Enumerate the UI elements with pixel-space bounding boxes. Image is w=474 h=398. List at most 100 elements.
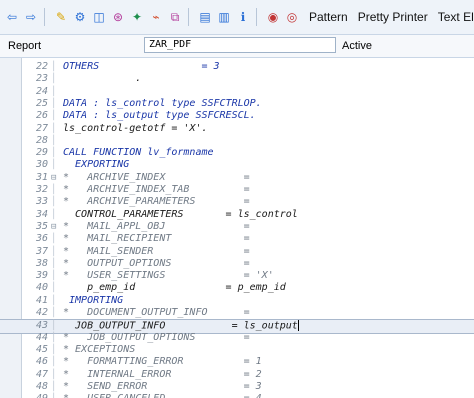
- line-number: 47: [35, 368, 48, 380]
- object-type-label: Report: [8, 40, 42, 52]
- fold-toggle-icon[interactable]: ⊟: [51, 172, 61, 184]
- session-breakpoint-icon[interactable]: ◎: [285, 10, 299, 24]
- toolbar-separator: [188, 8, 189, 26]
- line-code: * JOB_OUTPUT_OPTIONS =: [63, 331, 250, 343]
- activate-icon[interactable]: ✦: [130, 10, 144, 24]
- code-line[interactable]: 26 │ DATA : ls_output type SSFCRESCL.: [0, 110, 474, 122]
- text-elements-button[interactable]: Text Elemen: [438, 10, 474, 24]
- back-icon[interactable]: ⇦: [5, 10, 19, 24]
- code-line[interactable]: 46 │ * FORMATTING_ERROR = 1: [0, 356, 474, 368]
- fold-guide: │: [51, 381, 57, 392]
- fold-guide: │: [51, 111, 57, 122]
- code-line[interactable]: 36 │ * MAIL_RECIPIENT =: [0, 233, 474, 245]
- fold-guide: │: [51, 98, 57, 109]
- pattern-button[interactable]: Pattern: [309, 10, 348, 24]
- fold-guide: │: [51, 123, 57, 134]
- code-line[interactable]: 22 │ OTHERS = 3: [0, 61, 474, 73]
- line-number: 28: [35, 134, 48, 146]
- application-toolbar: ⇦ ⇨ ✎ ⚙ ◫ ⊛ ✦ ⌁ ⧉ ▤ ▥ ℹ ◉ ◎ Pattern Pretty Printer Text …: [0, 0, 474, 35]
- code-line[interactable]: 45 │ * EXCEPTIONS: [0, 344, 474, 356]
- line-number: 31: [35, 171, 48, 183]
- pretty-printer-button[interactable]: Pretty Printer: [358, 10, 428, 24]
- line-number: 37: [35, 245, 48, 257]
- code-line[interactable]: 25 │ DATA : ls_control type SSFCTRLOP.: [0, 98, 474, 110]
- line-code: * DOCUMENT_OUTPUT_INFO =: [63, 307, 250, 318]
- fold-guide: │: [51, 258, 57, 269]
- toolbar-separator: [44, 8, 45, 26]
- code-line[interactable]: 31 ⊟ * ARCHIVE_INDEX =: [0, 172, 474, 184]
- line-number: 39: [35, 270, 48, 282]
- code-line[interactable]: 40 │ p_emp_id = p_emp_id: [0, 282, 474, 294]
- line-code: DATA : ls_output type SSFCRESCL.: [63, 110, 256, 122]
- line-code: DATA : ls_control type SSFCTRLOP.: [63, 97, 262, 109]
- line-number: 22: [35, 61, 48, 72]
- info-icon[interactable]: ℹ: [236, 10, 250, 24]
- line-number: 42: [35, 307, 48, 318]
- code-line[interactable]: 28 │: [0, 135, 474, 147]
- navigation-window-icon[interactable]: ▥: [217, 10, 231, 24]
- line-number: 26: [35, 110, 48, 122]
- fold-toggle-icon[interactable]: ⊟: [51, 221, 61, 233]
- fold-guide: │: [51, 185, 57, 195]
- code-line[interactable]: 27 │ ls_control-getotf = 'X'.: [0, 123, 474, 135]
- line-code: * INTERNAL_ERROR = 2: [63, 368, 262, 380]
- toolbar-separator: [256, 8, 257, 26]
- edit-toggle-icon[interactable]: ✎: [54, 10, 68, 24]
- fold-guide: │: [51, 234, 57, 245]
- object-list-icon[interactable]: ▤: [198, 10, 212, 24]
- code-line[interactable]: 35 ⊟ * MAIL_APPL_OBJ =: [0, 221, 474, 233]
- fold-guide: │: [51, 295, 57, 306]
- program-name-field[interactable]: ZAR_PDF: [144, 37, 336, 53]
- line-number: 33: [35, 196, 48, 208]
- code-line[interactable]: 30 │ EXPORTING: [0, 159, 474, 171]
- fold-guide: │: [51, 271, 57, 282]
- abap-code-editor[interactable]: 22 │ OTHERS = 3 23 │ . 24 │ 25 │ DATA : ls_contro…: [0, 58, 474, 398]
- line-code: * OUTPUT_OPTIONS =: [63, 257, 250, 269]
- other-object-icon[interactable]: ◫: [92, 10, 106, 24]
- fold-guide: │: [51, 246, 57, 257]
- line-number: 44: [35, 331, 48, 343]
- code-line[interactable]: 41 │ IMPORTING: [0, 295, 474, 307]
- forward-icon[interactable]: ⇨: [24, 10, 38, 24]
- code-line[interactable]: 44 │ * JOB_OUTPUT_OPTIONS =: [0, 332, 474, 344]
- test-icon[interactable]: ⌁: [149, 10, 163, 24]
- line-number: 40: [35, 282, 48, 294]
- fold-guide: │: [51, 197, 57, 208]
- code-line[interactable]: 42 │ * DOCUMENT_OUTPUT_INFO =: [0, 307, 474, 319]
- breakpoint-icon[interactable]: ◉: [266, 10, 280, 24]
- code-line[interactable]: 47 │ * INTERNAL_ERROR = 2: [0, 369, 474, 381]
- code-line[interactable]: 38 │ * OUTPUT_OPTIONS =: [0, 258, 474, 270]
- fold-guide: │: [51, 62, 57, 72]
- line-code: * ARCHIVE_PARAMETERS =: [63, 196, 250, 208]
- code-line[interactable]: 33 │ * ARCHIVE_PARAMETERS =: [0, 196, 474, 208]
- fold-guide: │: [51, 393, 61, 398]
- line-number: 46: [35, 356, 48, 368]
- code-line[interactable]: 24 │: [0, 86, 474, 98]
- line-number: 41: [35, 294, 48, 306]
- line-number: 29: [35, 147, 48, 159]
- line-code: * MAIL_RECIPIENT =: [63, 233, 250, 245]
- line-code: ls_control-getotf = 'X'.: [63, 122, 208, 134]
- code-line[interactable]: 32 │ * ARCHIVE_INDEX_TAB =: [0, 184, 474, 196]
- code-line[interactable]: 48 │ * SEND_ERROR = 3: [0, 381, 474, 393]
- code-line[interactable]: 29 │ CALL FUNCTION lv_formname: [0, 147, 474, 159]
- fold-guide: │: [51, 74, 57, 85]
- fold-guide: │: [51, 160, 57, 171]
- line-code: p_emp_id = p_emp_id: [63, 282, 286, 294]
- line-number: 45: [35, 343, 48, 355]
- display-change-icon[interactable]: ⚙: [73, 10, 87, 24]
- line-code: * ARCHIVE_INDEX_TAB =: [63, 184, 250, 195]
- line-number: 23: [35, 73, 48, 85]
- object-info-bar: Report ZAR_PDF Active: [0, 35, 474, 58]
- code-line[interactable]: 39 │ * USER_SETTINGS = 'X': [0, 270, 474, 282]
- code-line[interactable]: 23 │ .: [0, 73, 474, 85]
- code-line[interactable]: 37 │ * MAIL_SENDER =: [0, 246, 474, 258]
- line-code: * EXCEPTIONS: [63, 343, 136, 355]
- check-icon[interactable]: ⊛: [111, 10, 125, 24]
- line-number: 49: [22, 393, 48, 398]
- code-line[interactable]: 49│* USER_CANCELED = 4: [0, 393, 474, 398]
- code-line[interactable]: 34 │ CONTROL_PARAMETERS = ls_control: [0, 209, 474, 221]
- fold-guide: │: [51, 308, 57, 318]
- fold-guide: │: [51, 209, 57, 220]
- where-used-icon[interactable]: ⧉: [168, 10, 182, 24]
